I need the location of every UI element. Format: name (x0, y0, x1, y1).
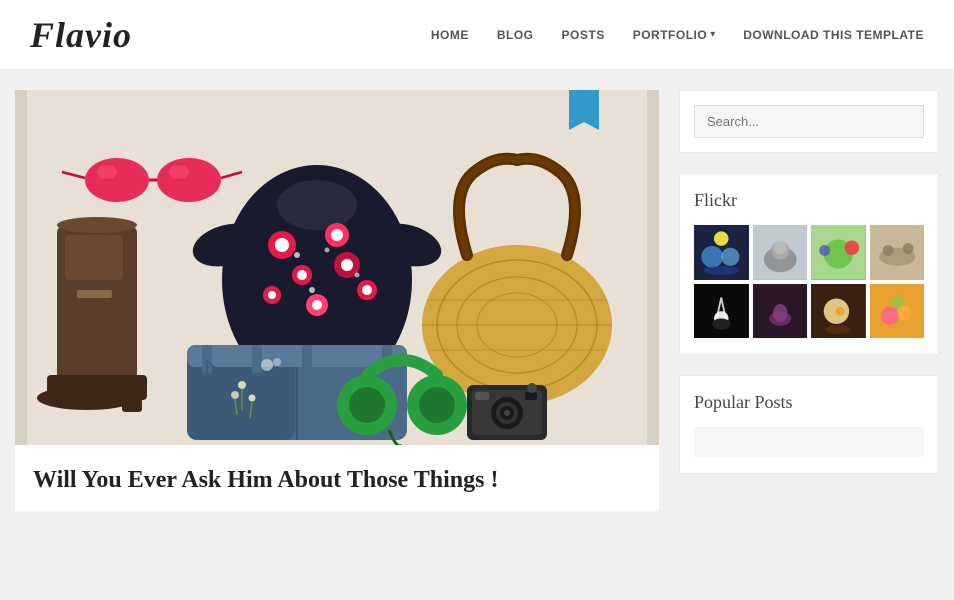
nav-posts[interactable]: POSTS (562, 28, 605, 42)
flickr-thumb-4[interactable] (870, 225, 925, 280)
content-layout: Will You Ever Ask Him About Those Things… (15, 90, 939, 511)
site-header: Flavio HOME BLOG POSTS PORTFOLIO ▾ DOWNL… (0, 0, 954, 70)
page-wrapper: Will You Ever Ask Him About Those Things… (0, 70, 954, 531)
flickr-grid (694, 225, 924, 338)
post-image-wrap (15, 90, 659, 445)
flickr-thumb-2[interactable] (753, 225, 808, 280)
post-image (15, 90, 659, 445)
flickr-thumb-6[interactable] (753, 284, 808, 339)
search-input[interactable] (694, 105, 924, 138)
post-title: Will You Ever Ask Him About Those Things… (33, 465, 641, 496)
nav-portfolio[interactable]: PORTFOLIO (633, 28, 708, 42)
sidebar: Flickr (679, 90, 939, 474)
flickr-thumb-1[interactable] (694, 225, 749, 280)
popular-posts-title: Popular Posts (694, 392, 924, 413)
flickr-thumb-3[interactable] (811, 225, 866, 280)
camera-illustration (467, 383, 547, 440)
flickr-widget: Flickr (679, 173, 939, 355)
logo[interactable]: Flavio (30, 14, 132, 56)
flickr-widget-title: Flickr (694, 190, 924, 211)
dropdown-arrow-icon: ▾ (710, 29, 715, 40)
search-widget (679, 90, 939, 153)
flatlay-illustration (15, 90, 659, 445)
nav-home[interactable]: HOME (431, 28, 469, 42)
nav-download[interactable]: DOWNLOAD THIS TEMPLATE (743, 28, 924, 42)
nav-blog[interactable]: BLOG (497, 28, 534, 42)
main-content: Will You Ever Ask Him About Those Things… (15, 90, 659, 511)
popular-posts-placeholder (694, 427, 924, 457)
flickr-thumb-8[interactable] (870, 284, 925, 339)
nav-portfolio-item: PORTFOLIO ▾ (633, 28, 716, 42)
post-card: Will You Ever Ask Him About Those Things… (15, 90, 659, 511)
post-title-area: Will You Ever Ask Him About Those Things… (15, 445, 659, 511)
flickr-thumb-5[interactable] (694, 284, 749, 339)
flickr-thumb-7[interactable] (811, 284, 866, 339)
popular-posts-widget: Popular Posts (679, 375, 939, 474)
main-nav: HOME BLOG POSTS PORTFOLIO ▾ DOWNLOAD THI… (431, 28, 924, 42)
